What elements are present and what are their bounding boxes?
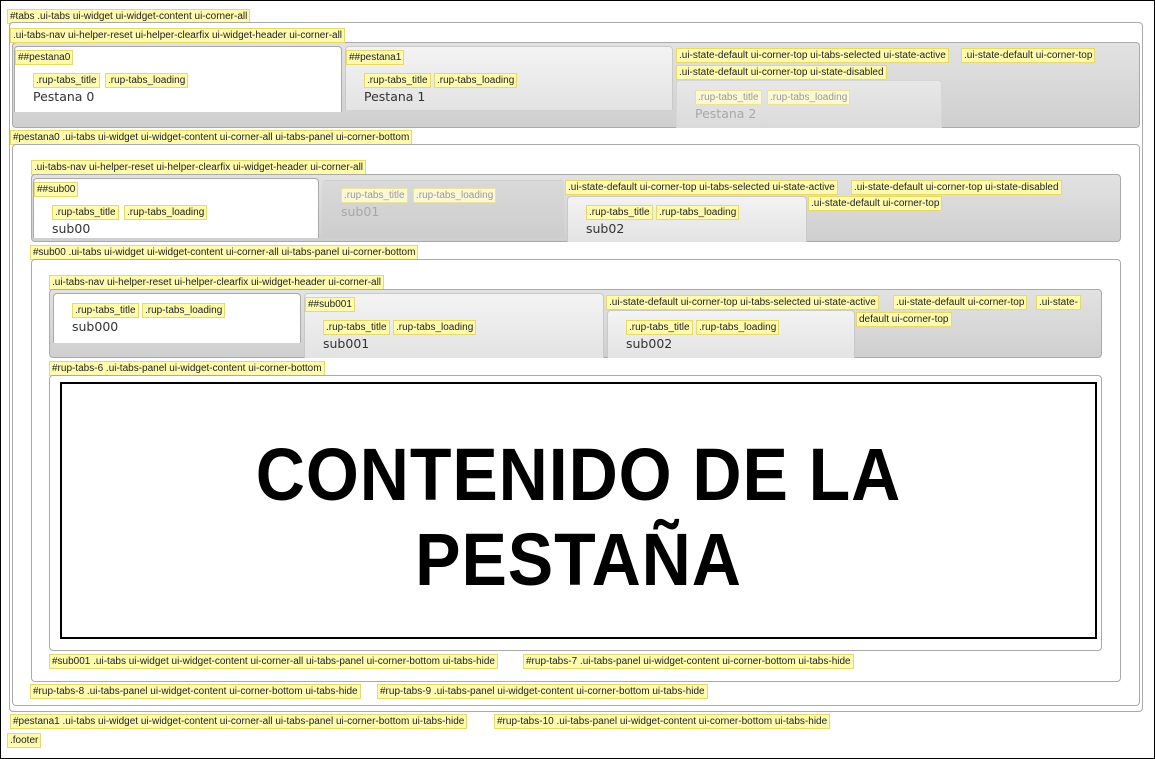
state-label: .ui-state-default ui-corner-top: [808, 196, 943, 211]
tabs-nav-level1-label: .ui-tabs-nav ui-helper-reset ui-helper-c…: [10, 28, 346, 43]
tab-pestana-2: .rup-tabs_title .rup-tabs_loading Pestan…: [676, 80, 942, 128]
tab-sub002[interactable]: .rup-tabs_title .rup-tabs_loading sub002: [607, 310, 855, 358]
rup-loading-label: .rup-tabs_loading: [413, 188, 497, 203]
rup-loading-label: .rup-tabs_loading: [434, 73, 518, 88]
rup-loading-label: .rup-tabs_loading: [124, 205, 208, 220]
rup-loading-label: .rup-tabs_loading: [696, 320, 780, 335]
tab-label: sub02: [586, 221, 625, 236]
tab-label: Pestana 1: [364, 89, 426, 104]
tab-id-label: ##sub00: [34, 182, 79, 197]
panel-label: #rup-tabs-6 .ui-tabs-panel ui-widget-con…: [49, 361, 325, 376]
state-label: .ui-state-default ui-corner-top ui-tabs-…: [676, 48, 949, 63]
tab-pestana-1[interactable]: ##pestana1 .rup-tabs_title .rup-tabs_loa…: [345, 46, 673, 110]
tab-label: sub00: [52, 221, 91, 236]
rup-title-label: .rup-tabs_title: [323, 320, 390, 335]
panel-label: #pestana0 .ui-tabs ui-widget ui-widget-c…: [10, 130, 413, 145]
rup-title-label: .rup-tabs_title: [626, 320, 693, 335]
panel-label: #rup-tabs-8 .ui-tabs-panel ui-widget-con…: [30, 684, 361, 699]
panel-label: #sub001 .ui-tabs ui-widget ui-widget-con…: [49, 654, 498, 669]
state-label: default ui-corner-top: [856, 312, 952, 327]
state-label: .ui-state-default ui-corner-top ui-state…: [851, 180, 1062, 195]
rup-title-label: .rup-tabs_title: [52, 205, 119, 220]
tab-sub00[interactable]: ##sub00 .rup-tabs_title .rup-tabs_loadin…: [33, 178, 319, 238]
tab-id-label: ##pestana1: [346, 50, 405, 65]
state-label: .ui-state-: [1036, 295, 1081, 310]
content-heading: CONTENIDO DE LA PESTAÑA: [255, 433, 902, 601]
rup-title-label: .rup-tabs_title: [364, 73, 431, 88]
panel-label: #rup-tabs-10 .ui-tabs-panel ui-widget-co…: [494, 714, 831, 729]
tab-label: Pestana 2: [695, 106, 757, 121]
tab-label: sub000: [72, 319, 119, 334]
rup-title-label: .rup-tabs_title: [695, 90, 762, 105]
rup-loading-label: .rup-tabs_loading: [393, 320, 477, 335]
tab-sub001[interactable]: ##sub001 .rup-tabs_title .rup-tabs_loadi…: [304, 293, 604, 358]
tab-sub01: .rup-tabs_title .rup-tabs_loading sub01: [322, 180, 564, 238]
panel-label: #rup-tabs-7 .ui-tabs-panel ui-widget-con…: [523, 654, 854, 669]
state-label: .ui-state-default ui-corner-top ui-tabs-…: [606, 295, 879, 310]
tab-sub000[interactable]: .rup-tabs_title .rup-tabs_loading sub000: [53, 293, 301, 343]
panel-label: #pestana1 .ui-tabs ui-widget ui-widget-c…: [10, 714, 468, 729]
tab-label: sub002: [626, 336, 673, 351]
state-label: .ui-state-default ui-corner-top: [893, 295, 1028, 310]
state-label: .ui-state-default ui-corner-top: [961, 48, 1096, 63]
tab-label: Pestana 0: [33, 89, 95, 104]
panel-label: #rup-tabs-9 .ui-tabs-panel ui-widget-con…: [377, 684, 708, 699]
tab-content-area: CONTENIDO DE LA PESTAÑA: [60, 382, 1097, 639]
rup-loading-label: .rup-tabs_loading: [142, 303, 226, 318]
rup-loading-label: .rup-tabs_loading: [656, 205, 740, 220]
tab-id-label: ##pestana0: [15, 50, 74, 65]
footer-label: .footer: [7, 733, 42, 748]
tab-id-label: ##sub001: [305, 297, 355, 312]
tab-label: sub01: [341, 204, 380, 219]
rup-title-label: .rup-tabs_title: [72, 303, 139, 318]
tab-sub02[interactable]: .rup-tabs_title .rup-tabs_loading sub02: [567, 196, 807, 242]
tab-label: sub001: [323, 336, 370, 351]
rup-loading-label: .rup-tabs_loading: [105, 73, 189, 88]
tabs-nav-level3-label: .ui-tabs-nav ui-helper-reset ui-helper-c…: [49, 275, 385, 290]
rup-title-label: .rup-tabs_title: [341, 188, 408, 203]
rup-title-label: .rup-tabs_title: [586, 205, 653, 220]
panel-label: #sub00 .ui-tabs ui-widget ui-widget-cont…: [30, 245, 419, 260]
state-label: .ui-state-default ui-corner-top ui-state…: [676, 65, 887, 80]
state-label: .ui-state-default ui-corner-top ui-tabs-…: [565, 180, 838, 195]
rup-loading-label: .rup-tabs_loading: [767, 90, 851, 105]
tab-pestana-0[interactable]: ##pestana0 .rup-tabs_title .rup-tabs_loa…: [14, 46, 342, 112]
rup-title-label: .rup-tabs_title: [33, 73, 100, 88]
tabs-nav-level2-label: .ui-tabs-nav ui-helper-reset ui-helper-c…: [31, 160, 367, 175]
